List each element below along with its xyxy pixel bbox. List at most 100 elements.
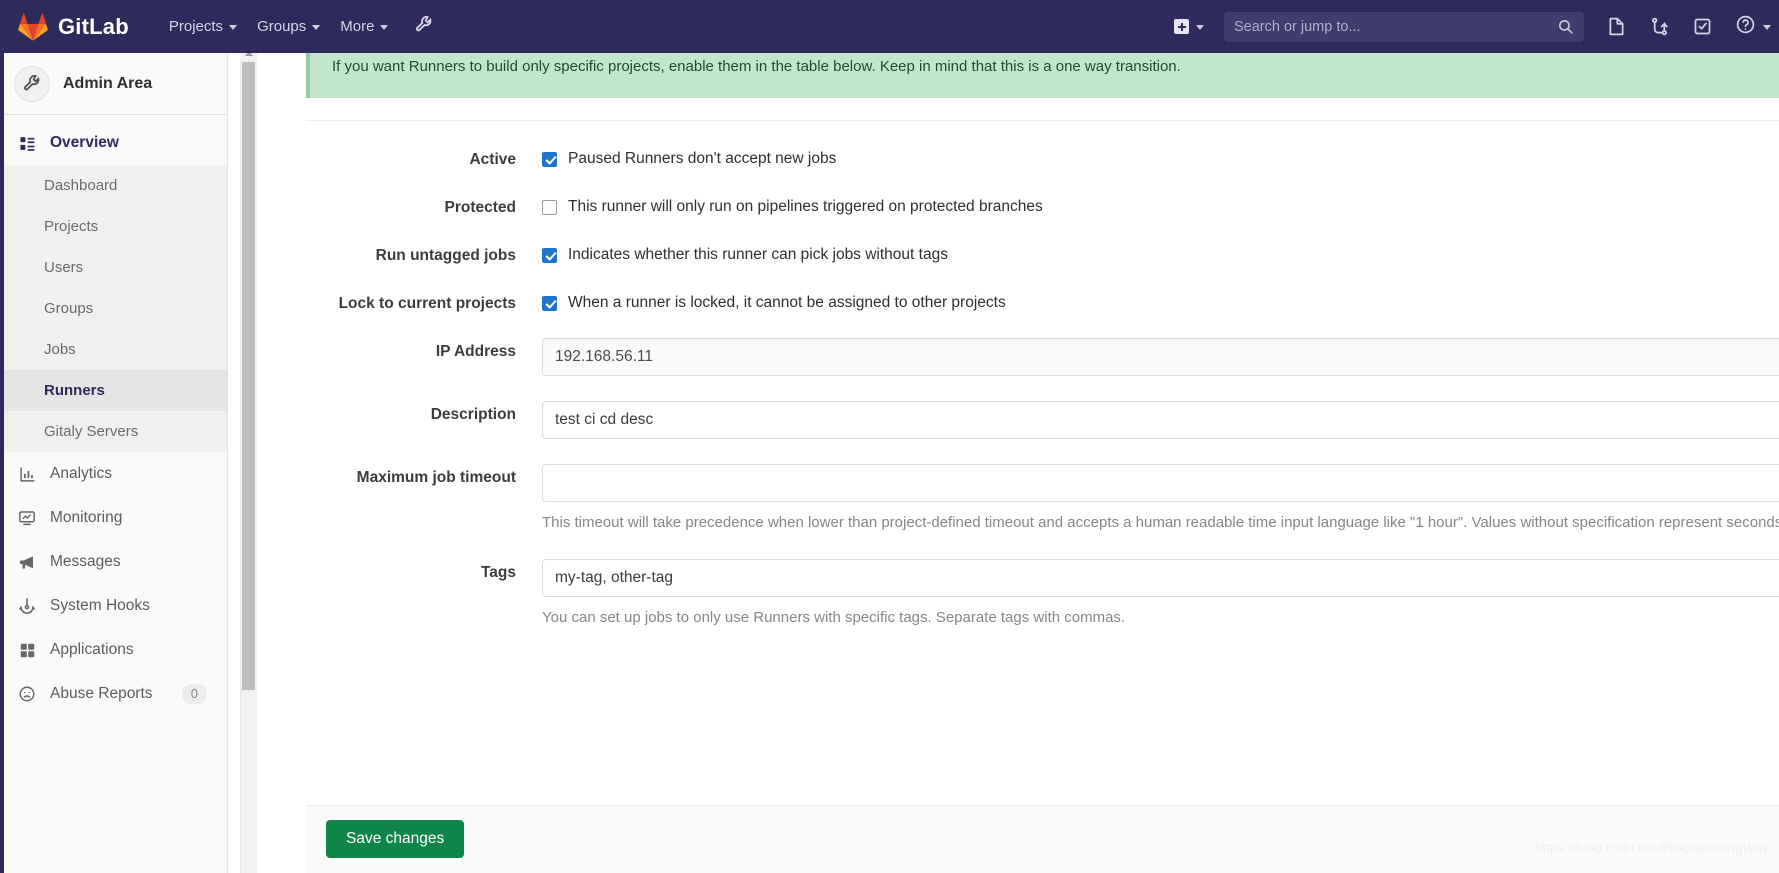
sidebar-item-runners[interactable]: Runners: [0, 370, 227, 411]
sidebar-item-analytics[interactable]: Analytics: [0, 452, 227, 496]
label-maximum-job-timeout: Maximum job timeout: [356, 469, 516, 486]
sidebar-item-groups[interactable]: Groups: [0, 288, 227, 329]
sidebar-abuse-reports-label: Abuse Reports: [50, 685, 153, 702]
label-protected: Protected: [444, 199, 517, 216]
avatar: [14, 65, 50, 102]
sidebar-item-overview[interactable]: Overview: [0, 121, 227, 165]
sidebar-item-messages[interactable]: Messages: [0, 540, 227, 584]
nav-item-groups[interactable]: Groups: [247, 12, 330, 41]
sidebar-item-jobs[interactable]: Jobs: [0, 329, 227, 370]
form-row-description: Description: [306, 401, 1779, 439]
brand-name: GitLab: [58, 13, 129, 39]
help-menu-button[interactable]: [1735, 14, 1771, 40]
protected-checkbox[interactable]: [542, 199, 557, 215]
nav-projects-label: Projects: [168, 18, 224, 35]
merge-requests-icon[interactable]: [1649, 16, 1670, 37]
gitlab-home-link[interactable]: GitLab: [18, 13, 129, 41]
abuse-reports-badge: 0: [181, 684, 207, 704]
navbar-right: [1166, 0, 1779, 53]
label-lock-to-current-projects: Lock to current projects: [338, 295, 516, 312]
sidebar-header[interactable]: Admin Area: [0, 53, 227, 115]
run-untagged-jobs-checkbox[interactable]: [542, 247, 557, 263]
plus-square-icon: [1174, 19, 1189, 34]
sidebar-item-gitaly-servers[interactable]: Gitaly Servers: [0, 411, 227, 452]
help-icon: [1735, 14, 1756, 40]
label-active: Active: [469, 151, 516, 168]
active-checkbox-label[interactable]: Paused Runners don't accept new jobs: [568, 150, 836, 168]
sidebar-item-monitoring[interactable]: Monitoring: [0, 496, 227, 540]
top-navbar: GitLab Projects Groups More: [0, 0, 1779, 53]
sidebar-projects-label: Projects: [44, 218, 99, 235]
sidebar-item-abuse-reports[interactable]: Abuse Reports 0: [0, 672, 227, 716]
active-checkbox[interactable]: [542, 151, 557, 167]
ip-address-input[interactable]: [542, 338, 1779, 376]
protected-checkbox-label[interactable]: This runner will only run on pipelines t…: [568, 198, 1043, 216]
nav-more-label: More: [340, 18, 375, 35]
sidebar-users-label: Users: [44, 259, 84, 276]
form-row-run-untagged-jobs: Run untagged jobs Indicates whether this…: [306, 242, 1779, 265]
sidebar-runners-label: Runners: [44, 382, 105, 399]
admin-area-button[interactable]: [414, 14, 435, 40]
applications-grid-icon: [16, 642, 38, 659]
lock-to-current-projects-checkbox-label[interactable]: When a runner is locked, it cannot be as…: [568, 294, 1006, 312]
runner-edit-form: Active Paused Runners don't accept new j…: [306, 120, 1779, 654]
chart-bar-icon: [16, 466, 38, 483]
sidebar-jobs-label: Jobs: [44, 341, 76, 358]
sidebar-item-applications[interactable]: Applications: [0, 628, 227, 672]
form-row-lock-to-current-projects: Lock to current projects When a runner i…: [306, 290, 1779, 313]
sidebar-groups-label: Groups: [44, 300, 94, 317]
sidebar-item-users[interactable]: Users: [0, 247, 227, 288]
sidebar-item-projects[interactable]: Projects: [0, 206, 227, 247]
tags-input[interactable]: [542, 559, 1779, 597]
new-item-button[interactable]: [1166, 13, 1212, 40]
alert-text: If you want Runners to build only specif…: [332, 58, 1181, 75]
primary-nav: Projects Groups More: [159, 12, 436, 41]
form-row-ip-address: IP Address: [306, 338, 1779, 376]
abuse-face-icon: [16, 685, 38, 703]
save-changes-button[interactable]: Save changes: [326, 820, 465, 858]
search-icon: [1557, 18, 1574, 35]
search-input[interactable]: [1234, 18, 1574, 35]
page-scrollbar-thumb[interactable]: [242, 62, 255, 690]
wrench-icon: [414, 14, 435, 40]
sidebar-system-hooks-label: System Hooks: [50, 597, 150, 614]
sidebar-item-system-hooks[interactable]: System Hooks: [0, 584, 227, 628]
maximum-job-timeout-help: This timeout will take precedence when l…: [542, 514, 1779, 531]
nav-groups-label: Groups: [257, 18, 307, 35]
description-input[interactable]: [542, 401, 1779, 439]
sidebar-overview-label: Overview: [50, 134, 119, 151]
sidebar-applications-label: Applications: [50, 641, 134, 658]
sidebar-messages-label: Messages: [50, 553, 121, 570]
overview-grid-icon: [16, 135, 38, 152]
form-row-protected: Protected This runner will only run on p…: [306, 194, 1779, 217]
todos-icon[interactable]: [1692, 16, 1713, 37]
label-run-untagged-jobs: Run untagged jobs: [375, 247, 516, 264]
watermark: https://blog.csdn.net/ProgrammingWay: [1534, 840, 1769, 855]
sidebar-overview-submenu: Dashboard Projects Users Groups Jobs Run…: [0, 53, 227, 873]
sidebar-gitaly-label: Gitaly Servers: [44, 423, 139, 440]
form-row-active: Active Paused Runners don't accept new j…: [306, 146, 1779, 169]
sidebar-nav: Overview Dashboard Projects Users Groups…: [0, 53, 227, 873]
nav-item-projects[interactable]: Projects: [159, 12, 247, 41]
form-row-maximum-job-timeout: Maximum job timeout This timeout will ta…: [306, 464, 1779, 534]
sidebar-item-dashboard[interactable]: Dashboard: [0, 165, 227, 206]
lock-to-current-projects-checkbox[interactable]: [542, 295, 557, 311]
chevron-down-icon: [1196, 25, 1204, 30]
maximum-job-timeout-input[interactable]: [542, 464, 1779, 502]
admin-sidebar: Admin Area Overview Dashboard Projects U: [0, 53, 228, 873]
label-ip-address: IP Address: [435, 343, 516, 360]
sidebar-monitoring-label: Monitoring: [50, 509, 123, 526]
hook-icon: [16, 597, 38, 615]
chevron-down-icon: [1763, 25, 1771, 30]
run-untagged-jobs-checkbox-label[interactable]: Indicates whether this runner can pick j…: [568, 246, 948, 264]
label-tags: Tags: [480, 564, 516, 581]
gitlab-tanuki-icon: [18, 13, 48, 41]
main-content: If you want Runners to build only specif…: [258, 0, 1779, 873]
sidebar-title: Admin Area: [63, 74, 153, 92]
issues-icon[interactable]: [1606, 16, 1627, 37]
global-search[interactable]: [1224, 11, 1584, 42]
nav-item-more[interactable]: More: [330, 12, 398, 41]
chevron-down-icon: [229, 25, 238, 30]
megaphone-icon: [16, 553, 38, 571]
form-row-tags: Tags You can set up jobs to only use Run…: [306, 559, 1779, 629]
